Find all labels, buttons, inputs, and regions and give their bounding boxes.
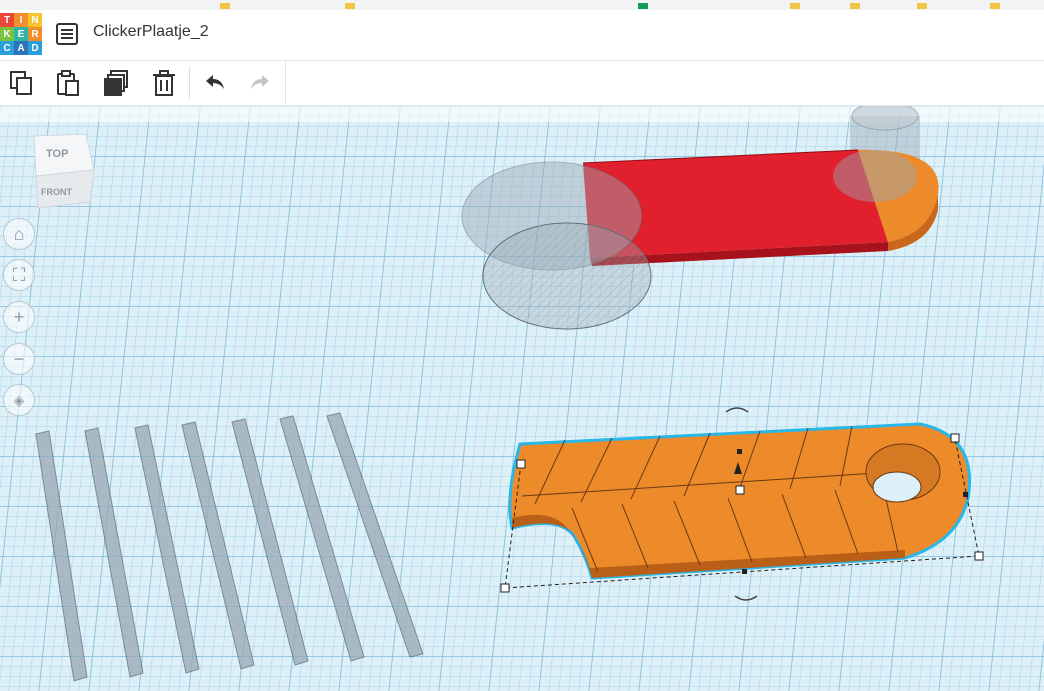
copy-icon <box>10 71 32 95</box>
duplicate-button[interactable] <box>100 67 132 99</box>
tinkercad-logo[interactable]: T I N K E R C A D <box>0 13 42 55</box>
edit-toolbar <box>0 61 1044 106</box>
view-cube-front-label: FRONT <box>41 187 72 197</box>
paste-button[interactable] <box>52 67 84 99</box>
toolbar-separator <box>189 67 190 99</box>
perspective-button[interactable]: ◈ <box>3 384 35 416</box>
toolbar-separator <box>285 61 286 105</box>
logo-letter: K <box>0 27 14 41</box>
redo-icon <box>251 75 269 89</box>
app-header: T I N K E R C A D ClickerPlaatje_2 <box>0 10 1044 61</box>
logo-letter: N <box>28 13 42 27</box>
duplicate-icon <box>104 70 128 96</box>
fit-view-button[interactable]: ⛶ <box>3 259 35 291</box>
fit-icon: ⛶ <box>12 265 26 285</box>
delete-button[interactable] <box>148 67 180 99</box>
zoom-in-button[interactable]: + <box>3 301 35 333</box>
workplane-grid[interactable] <box>0 106 1044 691</box>
logo-letter: E <box>14 27 28 41</box>
logo-letter: D <box>28 41 42 55</box>
view-cube-top-label: TOP <box>46 148 69 160</box>
view-cube-graphic <box>33 133 95 209</box>
perspective-icon: ◈ <box>13 392 25 408</box>
copy-button[interactable] <box>5 67 37 99</box>
redo-button[interactable] <box>245 67 277 99</box>
zoom-out-icon: − <box>13 349 25 369</box>
logo-letter: A <box>14 41 28 55</box>
design-title[interactable]: ClickerPlaatje_2 <box>93 23 209 41</box>
trash-icon <box>153 70 175 96</box>
logo-letter: R <box>28 27 42 41</box>
paste-icon <box>57 70 79 96</box>
zoom-out-button[interactable]: − <box>3 343 35 375</box>
design-list-button[interactable] <box>54 21 80 47</box>
undo-button[interactable] <box>198 67 230 99</box>
workplane-viewport[interactable]: TOP FRONT ⌂ ⛶ + − ◈ <box>0 106 1044 691</box>
view-cube[interactable]: TOP FRONT <box>28 132 96 212</box>
logo-letter: I <box>14 13 28 27</box>
list-icon <box>56 23 78 45</box>
zoom-in-icon: + <box>13 307 25 327</box>
undo-icon <box>206 75 224 89</box>
logo-letter: T <box>0 13 14 27</box>
home-view-button[interactable]: ⌂ <box>3 218 35 250</box>
logo-letter: C <box>0 41 14 55</box>
home-icon: ⌂ <box>13 224 25 244</box>
